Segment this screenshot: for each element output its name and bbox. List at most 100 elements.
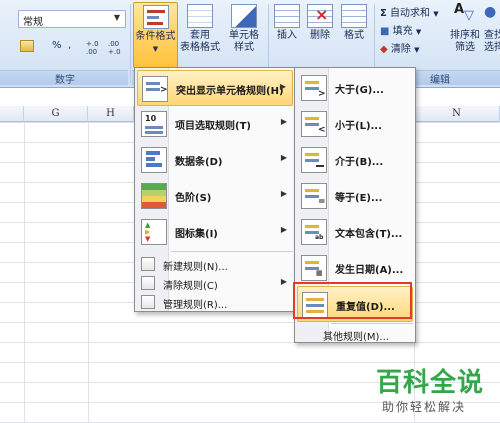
menu-item-label: 色阶(S): [175, 193, 212, 204]
table-format-label-1: 套用: [190, 30, 210, 41]
increase-decimal-button[interactable]: +.0 .00: [86, 40, 106, 56]
date-occurring-icon: ▦: [301, 255, 327, 281]
percent-button[interactable]: %: [52, 40, 62, 56]
number-format-dropdown[interactable]: 常规 ▼: [18, 10, 126, 28]
menu-item-label: 等于(E)...: [335, 193, 383, 204]
clear-label: 清除: [390, 44, 411, 55]
menu-item-new-rule[interactable]: 新建规则(N)...: [137, 254, 293, 274]
cell-styles-button[interactable]: 单元格 样式: [224, 2, 264, 68]
menu-item-top-bottom-rules[interactable]: 10 项目选取规则(T) ▶: [137, 106, 293, 142]
icon-sets-icon: ▲ ▶ ▼: [141, 219, 167, 245]
fill-icon: ■: [380, 26, 390, 37]
fill-button[interactable]: ■ 填充 ▼: [380, 22, 421, 37]
sort-filter-button[interactable]: A ▽ 排序和 筛选: [448, 2, 482, 68]
menu-item-more-rules[interactable]: 其他规则(M)...: [297, 324, 413, 344]
menu-item-equal-to[interactable]: = 等于(E)...: [297, 178, 413, 214]
chevron-down-icon: ▼: [113, 13, 121, 22]
menu-item-label: 清除规则(C): [163, 281, 218, 292]
sort-filter-label-1: 排序和: [450, 30, 480, 41]
comma-label: ,: [68, 40, 72, 51]
menu-item-label: 突出显示单元格规则(H): [176, 86, 284, 97]
menu-item-manage-rules[interactable]: 管理规则(R)...: [137, 292, 293, 312]
table-format-icon: [187, 4, 213, 28]
top-bottom-rules-icon: 10: [141, 111, 167, 137]
conditional-format-button[interactable]: 条件格式 ▼: [133, 2, 178, 68]
menu-item-color-scales[interactable]: 色阶(S) ▶: [137, 178, 293, 214]
clear-rules-icon: [141, 276, 155, 290]
chevron-right-icon: ▶: [280, 189, 287, 198]
column-header[interactable]: N: [414, 106, 500, 122]
menu-item-between[interactable]: 介于(B)...: [297, 142, 413, 178]
cell-styles-icon: [231, 4, 257, 28]
between-icon: [301, 147, 327, 173]
text-contains-icon: ab: [301, 219, 327, 245]
comma-button[interactable]: ,: [68, 40, 71, 56]
menu-item-label: 其他规则(M)...: [323, 332, 389, 343]
column-header[interactable]: G: [24, 106, 88, 122]
menu-item-label: 数据条(D): [175, 157, 223, 168]
column-header[interactable]: H: [88, 106, 134, 122]
insert-button[interactable]: 插入: [272, 2, 302, 68]
menu-item-data-bars[interactable]: 数据条(D) ▶: [137, 142, 293, 178]
manage-rules-icon: [141, 295, 155, 309]
cell-styles-label-1: 单元格: [229, 30, 259, 41]
increase-decimal-label: +.0 .00: [86, 40, 99, 56]
new-rule-icon: [141, 257, 155, 271]
chevron-right-icon: ▶: [280, 117, 287, 126]
find-select-label-1: 查找: [484, 30, 500, 41]
group-separator: [130, 4, 131, 84]
less-than-icon: <: [301, 111, 327, 137]
format-button[interactable]: 格式: [338, 2, 370, 68]
delete-icon: ×: [307, 4, 333, 28]
chevron-right-icon: ▶: [280, 153, 287, 162]
sort-filter-icon: A ▽: [454, 2, 474, 23]
menu-item-greater-than[interactable]: > 大于(G)...: [297, 70, 413, 106]
menu-item-label: 大于(G)...: [335, 85, 384, 96]
equal-to-icon: =: [301, 183, 327, 209]
find-select-label-2: 选择: [484, 42, 500, 53]
find-select-icon: ●: [484, 4, 497, 20]
fill-label: 填充: [392, 26, 413, 37]
autosum-label: 自动求和: [390, 8, 431, 19]
clear-button[interactable]: ◆ 清除 ▼: [380, 40, 419, 55]
format-label: 格式: [344, 30, 364, 41]
menu-item-icon-sets[interactable]: ▲ ▶ ▼ 图标集(I) ▶: [137, 214, 293, 250]
cell-styles-label-2: 样式: [234, 42, 254, 53]
autosum-button[interactable]: Σ 自动求和 ▼: [380, 4, 439, 19]
insert-icon: [274, 4, 300, 28]
editing-group-label: 编辑: [430, 75, 450, 86]
chevron-down-icon: ▼: [433, 10, 439, 18]
grid-line: [88, 122, 89, 423]
menu-item-label: 管理规则(R)...: [163, 300, 228, 311]
delete-button[interactable]: × 删除: [305, 2, 335, 68]
chevron-right-icon: ▶: [279, 82, 286, 91]
color-scales-icon: [141, 183, 167, 209]
menu-item-text-contains[interactable]: ab 文本包含(T)...: [297, 214, 413, 250]
conditional-format-label: 条件格式: [135, 31, 176, 42]
chevron-down-icon: ▼: [415, 28, 422, 36]
menu-item-less-than[interactable]: < 小于(L)...: [297, 106, 413, 142]
percent-label: %: [52, 40, 62, 51]
conditional-format-icon: [142, 5, 169, 29]
menu-item-date-occurring[interactable]: ▦ 发生日期(A)...: [297, 250, 413, 286]
menu-item-label: 图标集(I): [175, 229, 218, 240]
menu-item-highlight-rules[interactable]: > 突出显示单元格规则(H) ▶: [137, 70, 293, 106]
format-as-table-button[interactable]: 套用 表格格式: [180, 2, 220, 68]
delete-label: 删除: [310, 30, 330, 41]
accounting-format-button[interactable]: [20, 40, 36, 56]
chevron-right-icon: ▶: [280, 225, 287, 234]
greater-than-icon: >: [301, 75, 327, 101]
decrease-decimal-button[interactable]: .00 +.0: [108, 40, 128, 56]
menu-item-clear-rules[interactable]: 清除规则(C) ▶: [137, 273, 293, 293]
currency-icon: [20, 40, 34, 52]
watermark-logo-text: 百科全说: [376, 368, 485, 398]
annotation-highlight-box: [293, 282, 412, 319]
menu-item-label: 项目选取规则(T): [175, 121, 251, 132]
find-select-button[interactable]: ● 查找 选择: [484, 2, 500, 68]
sigma-icon: Σ: [380, 8, 387, 19]
chevron-down-icon: ▼: [414, 46, 420, 54]
data-bars-icon: [141, 147, 167, 173]
corner-cell[interactable]: [0, 106, 24, 122]
eraser-icon: ◆: [380, 44, 388, 55]
insert-label: 插入: [277, 30, 297, 41]
